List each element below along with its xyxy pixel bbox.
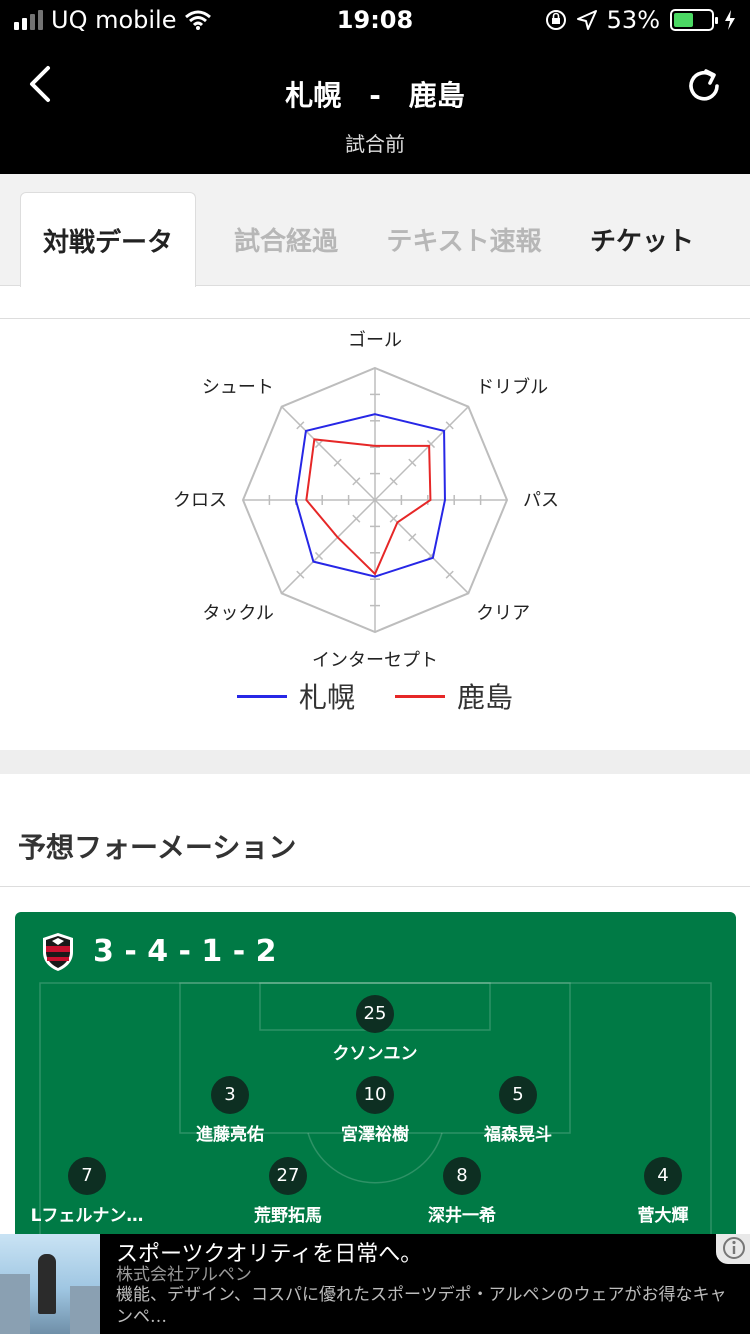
player-name: 深井一希 (428, 1206, 496, 1226)
radar-legend: 札幌 鹿島 (0, 676, 750, 716)
rotation-lock-icon (545, 10, 566, 30)
status-bar: UQ mobile 19:08 53% (0, 0, 750, 40)
divider (0, 318, 750, 319)
reload-icon (689, 69, 719, 101)
legend-item-kashima: 鹿島 (395, 676, 513, 716)
player-marker[interactable]: 4 菅大輝 (578, 1157, 736, 1226)
divider (0, 886, 750, 887)
player-number: 5 (499, 1076, 537, 1114)
ad-banner[interactable]: スポーツクオリティを日常へ。 株式会社アルペン 機能、デザイン、コスパに優れたス… (0, 1234, 750, 1334)
radar-axis-label: クロス (173, 490, 227, 511)
radar-axis-label: シュート (202, 377, 274, 398)
charging-icon (725, 10, 735, 30)
legend-label: 札幌 (298, 681, 355, 714)
team-crest-icon (43, 933, 73, 971)
ad-advertiser: 株式会社アルペン (116, 1265, 252, 1285)
player-marker[interactable]: 25 クソンユン (290, 995, 460, 1064)
player-name: 福森晃斗 (484, 1125, 552, 1145)
match-status: 試合前 (345, 132, 405, 156)
match-title: 札幌 - 鹿島 (285, 79, 465, 112)
radar-axis-label: パス (523, 490, 559, 511)
ad-image[interactable] (0, 1234, 100, 1334)
reload-button[interactable] (684, 66, 724, 106)
tab-match-progress[interactable]: 試合経過 (198, 192, 374, 286)
player-number: 8 (443, 1157, 481, 1195)
formation-system: 3 - 4 - 1 - 2 (93, 934, 277, 969)
radar-axis-line (374, 406, 469, 501)
battery-percent: 53% (606, 6, 660, 34)
section-gap (0, 750, 750, 774)
info-icon (723, 1237, 745, 1259)
player-marker[interactable]: 7 Lフェルナン… (15, 1157, 172, 1226)
player-marker[interactable]: 8 深井一希 (377, 1157, 547, 1226)
player-name: クソンユン (332, 1044, 418, 1064)
player-name: Lフェルナン… (30, 1206, 144, 1226)
battery-icon (670, 9, 718, 31)
location-icon (576, 10, 597, 30)
formation-pitch: 3 - 4 - 1 - 2 25 クソンユン 3 進藤亮佑 10 宮澤裕樹 5 … (15, 912, 736, 1242)
section-title-formation: 予想フォーメーション (18, 831, 297, 864)
radar-axis-line (281, 406, 376, 501)
player-number: 27 (269, 1157, 307, 1195)
tab-live-text[interactable]: テキスト速報 (376, 192, 552, 286)
legend-item-sapporo: 札幌 (236, 676, 355, 716)
ad-info-button[interactable] (716, 1234, 750, 1264)
radar-axis-line (281, 499, 376, 594)
radar-axis-label: クリア (476, 603, 530, 624)
player-marker[interactable]: 27 荒野拓馬 (203, 1157, 373, 1226)
player-number: 3 (211, 1076, 249, 1114)
tab-tickets[interactable]: チケット (554, 192, 730, 286)
player-name: 荒野拓馬 (254, 1206, 322, 1226)
radar-axis-label: タックル (202, 603, 273, 624)
status-right: 53% (545, 6, 736, 34)
player-marker[interactable]: 5 福森晃斗 (433, 1076, 603, 1145)
match-header: 札幌 - 鹿島 試合前 (0, 40, 750, 174)
radar-axis-label: ドリブル (476, 376, 548, 398)
player-number: 25 (356, 995, 394, 1033)
player-number: 7 (68, 1157, 106, 1195)
player-number: 10 (356, 1076, 394, 1114)
legend-swatch (395, 694, 445, 698)
legend-swatch (236, 694, 287, 698)
tab-head-to-head[interactable]: 対戦データ (20, 192, 196, 287)
tab-bar: 対戦データ 試合経過 テキスト速報 チケット (0, 174, 750, 287)
ad-body: 機能、デザイン、コスパに優れたスポーツデポ・アルペンのウェアがお得なキャンペ… (116, 1285, 727, 1327)
legend-label: 鹿島 (457, 681, 514, 714)
player-name: 菅大輝 (637, 1206, 689, 1226)
radar-axis-label: インターセプト (312, 650, 438, 671)
player-number: 4 (644, 1157, 682, 1195)
radar-axis-line (374, 499, 469, 594)
radar-axis-label: ゴール (348, 330, 402, 351)
